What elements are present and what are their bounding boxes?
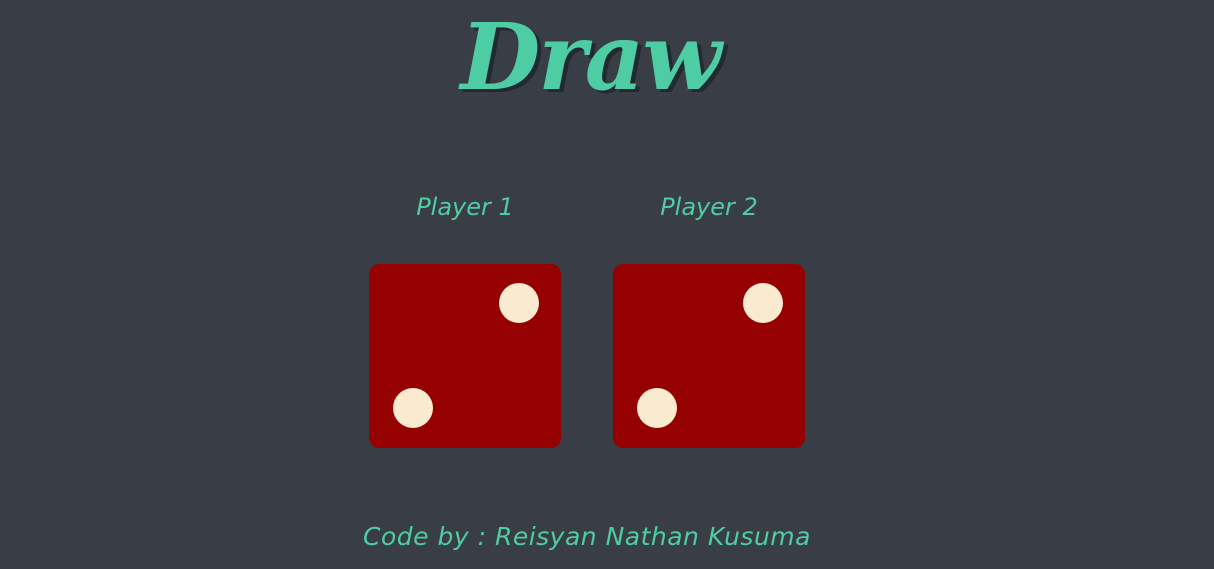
player-2-die	[613, 264, 805, 448]
player-1-die	[369, 264, 561, 448]
author-credit: Code by : Reisyan Nathan Kusuma	[363, 522, 811, 551]
die-pip	[637, 388, 677, 428]
result-title: Draw	[460, 3, 721, 111]
player-1-label: Player 1	[416, 193, 514, 221]
player-2-label: Player 2	[660, 193, 758, 221]
die-pip	[393, 388, 433, 428]
die-pip	[499, 283, 539, 323]
die-pip	[743, 283, 783, 323]
